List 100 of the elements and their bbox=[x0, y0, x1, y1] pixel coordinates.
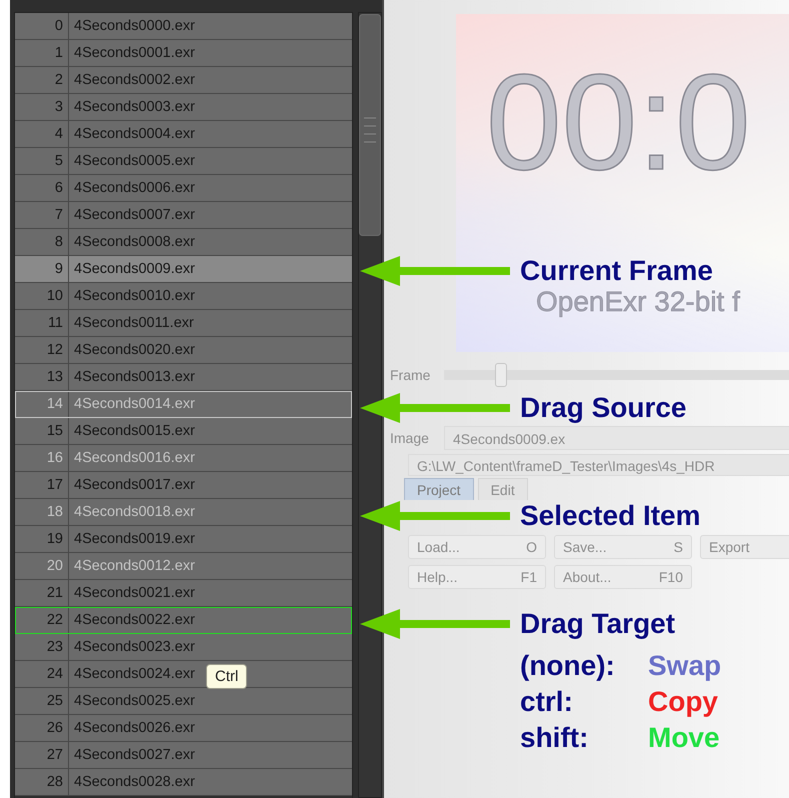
row-number: 20 bbox=[15, 553, 69, 579]
row-number: 24 bbox=[15, 661, 69, 687]
file-name: 4Seconds0003.exr bbox=[73, 99, 195, 115]
list-row[interactable]: 12 4Seconds0020.exr bbox=[15, 337, 352, 364]
file-name: 4Seconds0020.exr bbox=[73, 342, 195, 358]
row-number: 17 bbox=[15, 472, 69, 498]
file-name: 4Seconds0000.exr bbox=[73, 18, 195, 34]
list-row[interactable]: 5 4Seconds0005.exr bbox=[15, 148, 352, 175]
row-number: 9 bbox=[15, 256, 69, 282]
list-row[interactable]: 4 4Seconds0004.exr bbox=[15, 121, 352, 148]
menu-button[interactable]: Save... S bbox=[554, 535, 692, 559]
annotation-label: Drag Source bbox=[520, 393, 686, 423]
file-name: 4Seconds0024.exr bbox=[73, 666, 195, 682]
list-row[interactable]: 25 4Seconds0025.exr bbox=[15, 688, 352, 715]
row-number: 12 bbox=[15, 337, 69, 363]
annotation-label: Current Frame bbox=[520, 256, 713, 286]
row-number: 21 bbox=[15, 580, 69, 606]
menu-button[interactable]: Export bbox=[700, 535, 789, 559]
list-row[interactable]: 13 4Seconds0013.exr bbox=[15, 364, 352, 391]
row-number: 15 bbox=[15, 418, 69, 444]
action-label: Swap bbox=[648, 650, 722, 682]
tooltip: Ctrl bbox=[206, 664, 248, 689]
file-name: 4Seconds0018.exr bbox=[73, 504, 195, 520]
file-name: 4Seconds0009.exr bbox=[73, 261, 195, 277]
list-row[interactable]: 28 4Seconds0028.exr bbox=[15, 769, 352, 796]
row-number: 13 bbox=[15, 364, 69, 390]
file-name: 4Seconds0019.exr bbox=[73, 531, 195, 547]
row-number: 2 bbox=[15, 67, 69, 93]
file-name: 4Seconds0026.exr bbox=[73, 720, 195, 736]
tab[interactable]: Project bbox=[404, 478, 474, 500]
file-name: 4Seconds0015.exr bbox=[73, 423, 195, 439]
file-name: 4Seconds0021.exr bbox=[73, 585, 195, 601]
path-field[interactable]: G:\LW_Content\frameD_Tester\Images\4s_HDR bbox=[408, 454, 789, 476]
menu-button[interactable]: Help... F1 bbox=[408, 565, 546, 589]
list-row[interactable]: 14 4Seconds0014.exr bbox=[15, 391, 352, 418]
list-row[interactable]: 6 4Seconds0006.exr bbox=[15, 175, 352, 202]
list-row[interactable]: 2 4Seconds0002.exr bbox=[15, 67, 352, 94]
list-row[interactable]: 19 4Seconds0019.exr bbox=[15, 526, 352, 553]
list-row[interactable]: 27 4Seconds0027.exr bbox=[15, 742, 352, 769]
list-row[interactable]: 18 4Seconds0018.exr bbox=[15, 499, 352, 526]
file-name: 4Seconds0025.exr bbox=[73, 693, 195, 709]
row-number: 19 bbox=[15, 526, 69, 552]
row-number: 10 bbox=[15, 283, 69, 309]
row-number: 28 bbox=[15, 769, 69, 795]
row-number: 3 bbox=[15, 94, 69, 120]
scrollbar[interactable] bbox=[358, 12, 382, 798]
file-name: 4Seconds0027.exr bbox=[73, 747, 195, 763]
annotation-label: Drag Target bbox=[520, 609, 676, 639]
list-row[interactable]: 15 4Seconds0015.exr bbox=[15, 418, 352, 445]
file-name: 4Seconds0004.exr bbox=[73, 126, 195, 142]
row-number: 27 bbox=[15, 742, 69, 768]
list-row[interactable]: 10 4Seconds0010.exr bbox=[15, 283, 352, 310]
file-name: 4Seconds0007.exr bbox=[73, 207, 195, 223]
scrollbar-thumb[interactable] bbox=[359, 14, 381, 236]
modifier-label: shift: bbox=[520, 722, 590, 754]
list-row[interactable]: 9 4Seconds0009.exr bbox=[15, 256, 352, 283]
row-number: 5 bbox=[15, 148, 69, 174]
file-name: 4Seconds0001.exr bbox=[73, 45, 195, 61]
list-row[interactable]: 8 4Seconds0008.exr bbox=[15, 229, 352, 256]
menu-button[interactable]: About... F10 bbox=[554, 565, 692, 589]
list-row[interactable]: 20 4Seconds0012.exr bbox=[15, 553, 352, 580]
list-row[interactable]: 1 4Seconds0001.exr bbox=[15, 40, 352, 67]
row-number: 14 bbox=[15, 391, 69, 417]
list-row[interactable]: 17 4Seconds0017.exr bbox=[15, 472, 352, 499]
list-row[interactable]: 3 4Seconds0003.exr bbox=[15, 94, 352, 121]
list-row[interactable]: 11 4Seconds0011.exr bbox=[15, 310, 352, 337]
row-number: 26 bbox=[15, 715, 69, 741]
file-name: 4Seconds0016.exr bbox=[73, 450, 195, 466]
tab[interactable]: Edit bbox=[478, 478, 528, 500]
list-row[interactable]: 23 4Seconds0023.exr bbox=[15, 634, 352, 661]
row-number: 23 bbox=[15, 634, 69, 660]
list-row[interactable]: 22 4Seconds0022.exr bbox=[15, 607, 352, 634]
annotation-label: Selected Item bbox=[520, 501, 701, 531]
file-name: 4Seconds0011.exr bbox=[73, 315, 194, 331]
slider-thumb[interactable] bbox=[495, 363, 508, 387]
row-number: 22 bbox=[15, 607, 69, 633]
file-name: 4Seconds0028.exr bbox=[73, 774, 195, 790]
list-row[interactable]: 0 4Seconds0000.exr bbox=[15, 13, 352, 40]
image-label: Image bbox=[390, 430, 430, 446]
row-number: 16 bbox=[15, 445, 69, 471]
file-name: 4Seconds0023.exr bbox=[73, 639, 195, 655]
list-row[interactable]: 21 4Seconds0021.exr bbox=[15, 580, 352, 607]
file-name: 4Seconds0013.exr bbox=[73, 369, 195, 385]
file-name: 4Seconds0005.exr bbox=[73, 153, 195, 169]
row-number: 1 bbox=[15, 40, 69, 66]
list-row[interactable]: 7 4Seconds0007.exr bbox=[15, 202, 352, 229]
row-number: 18 bbox=[15, 499, 69, 525]
image-field[interactable]: 4Seconds0009.ex bbox=[444, 426, 789, 450]
file-name: 4Seconds0022.exr bbox=[73, 612, 195, 628]
menu-button[interactable]: Load... O bbox=[408, 535, 546, 559]
file-name: 4Seconds0006.exr bbox=[73, 180, 195, 196]
list-row[interactable]: 26 4Seconds0026.exr bbox=[15, 715, 352, 742]
list-row[interactable]: 16 4Seconds0016.exr bbox=[15, 445, 352, 472]
format-text: OpenExr 32-bit f bbox=[536, 286, 741, 318]
row-number: 7 bbox=[15, 202, 69, 228]
action-label: Move bbox=[648, 722, 721, 754]
file-name: 4Seconds0002.exr bbox=[73, 72, 195, 88]
file-name: 4Seconds0017.exr bbox=[73, 477, 195, 493]
modifier-label: ctrl: bbox=[520, 686, 574, 718]
row-number: 11 bbox=[15, 310, 69, 336]
